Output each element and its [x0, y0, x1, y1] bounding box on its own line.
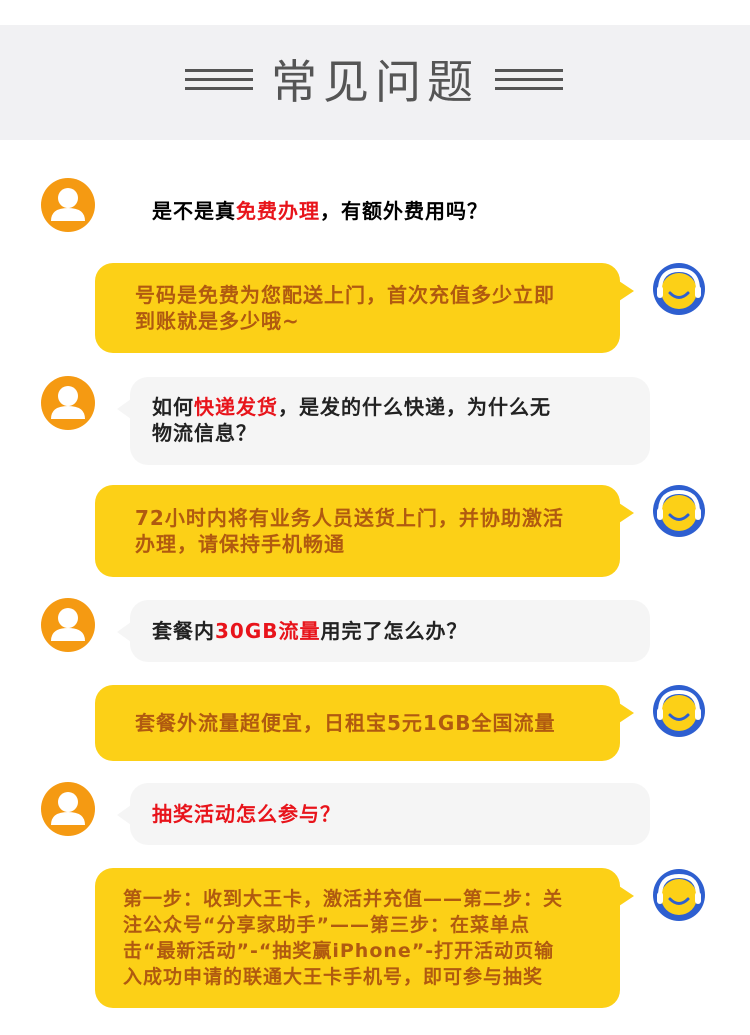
question-text: ，是发的什么快递，为什么无: [278, 395, 551, 419]
answer-text: 套餐外流量超便宜，日租宝5元1GB全国流量: [135, 711, 556, 735]
bubble-tail: [619, 503, 634, 523]
answer-text: 第一步：收到大王卡，激活并充值——第二步：关: [123, 888, 564, 910]
customer-service-avatar-icon: [652, 484, 706, 538]
customer-service-avatar-icon: [652, 684, 706, 738]
question-4: 抽奖活动怎么参与？: [117, 783, 650, 845]
page-title: 常见问题: [271, 55, 479, 109]
question-highlight: 免费办理: [236, 199, 320, 223]
customer-service-avatar-icon: [652, 262, 706, 316]
question-text: ，有额外费用吗？: [320, 199, 488, 223]
bubble-tail: [619, 703, 634, 723]
answer-text: 办理，请保持手机畅通: [135, 532, 345, 556]
answer-text: 72小时内将有业务人员送货上门，并协助激活: [135, 506, 564, 530]
question-text: 是不是真: [152, 199, 236, 223]
question-text: 如何: [152, 395, 194, 419]
answer-text: 到账就是多少哦~: [135, 309, 300, 333]
answer-2: 72小时内将有业务人员送货上门，并协助激活 办理，请保持手机畅通: [95, 485, 634, 577]
question-text: 套餐内: [152, 619, 215, 643]
bubble-tail: [619, 281, 634, 301]
question-highlight: 30GB流量: [215, 619, 321, 643]
lines-decoration-icon: [495, 69, 563, 90]
question-highlight: 快递发货: [194, 395, 278, 419]
question-1: 是不是真免费办理，有额外费用吗？: [130, 184, 560, 240]
bubble-tail: [619, 886, 634, 906]
answer-text: 号码是免费为您配送上门，首次充值多少立即: [135, 283, 555, 307]
answer-text: 击“最新活动”-“抽奖赢iPhone”-打开活动页输: [123, 940, 555, 962]
user-avatar-icon: [41, 782, 95, 836]
customer-service-avatar-icon: [652, 868, 706, 922]
question-3: 套餐内30GB流量用完了怎么办？: [117, 600, 650, 662]
question-highlight: 抽奖活动怎么参与？: [152, 802, 341, 826]
bubble-tail: [117, 399, 131, 419]
answer-3: 套餐外流量超便宜，日租宝5元1GB全国流量: [95, 685, 634, 761]
answer-text: 注公众号“分享家助手”——第三步：在菜单点: [123, 914, 530, 936]
question-2: 如何快递发货，是发的什么快递，为什么无 物流信息？: [117, 377, 650, 465]
question-text: 物流信息？: [152, 421, 257, 445]
bubble-tail: [117, 622, 131, 642]
answer-4: 第一步：收到大王卡，激活并充值——第二步：关 注公众号“分享家助手”——第三步：…: [95, 868, 634, 1008]
user-avatar-icon: [41, 376, 95, 430]
user-avatar-icon: [41, 598, 95, 652]
faq-header: 常见问题: [0, 25, 750, 140]
answer-1: 号码是免费为您配送上门，首次充值多少立即 到账就是多少哦~: [95, 263, 634, 353]
answer-text: 入成功申请的联通大王卡手机号，即可参与抽奖: [123, 966, 544, 988]
bubble-tail: [117, 805, 131, 825]
user-avatar-icon: [41, 178, 95, 232]
question-text: 用完了怎么办？: [320, 619, 468, 643]
